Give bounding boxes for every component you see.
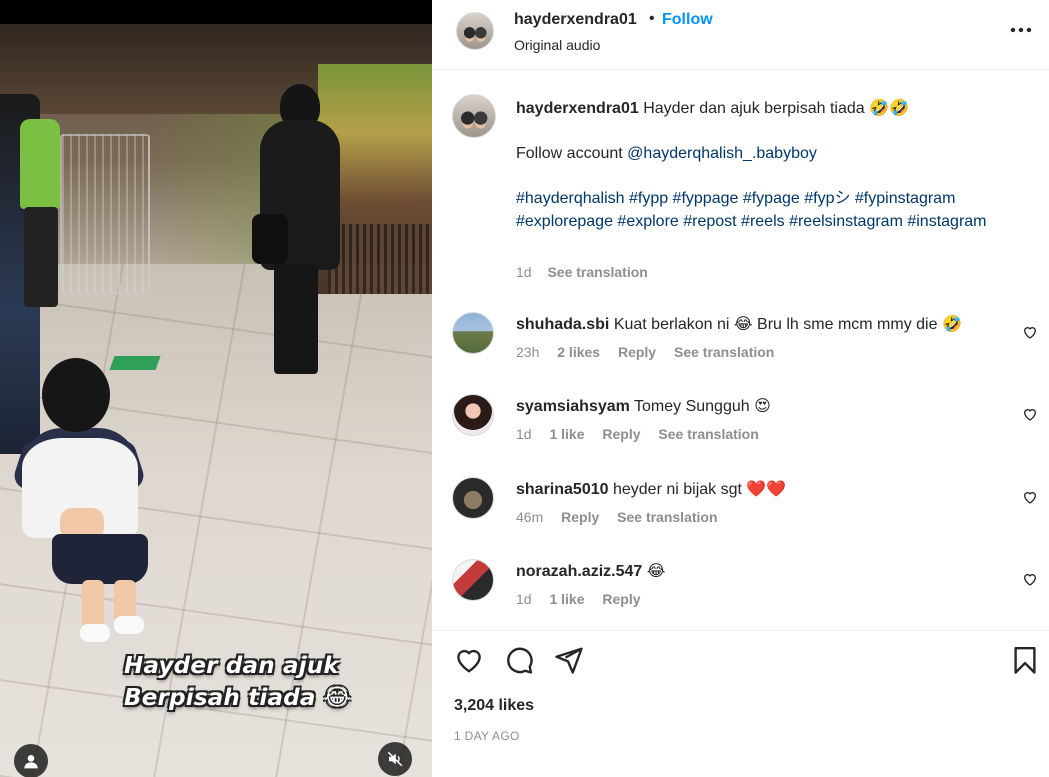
comment-item: sharina5010 heyder ni bijak sgt ❤️❤️ 46m…	[432, 477, 1049, 547]
comment-username[interactable]: shuhada.sbi	[516, 316, 609, 333]
comment-avatar[interactable]	[452, 559, 494, 601]
share-icon[interactable]	[554, 645, 584, 675]
comment-username[interactable]: syamsiahsyam	[516, 398, 630, 415]
comment-heart-icon[interactable]	[1022, 571, 1038, 587]
caption-avatar[interactable]	[452, 94, 496, 138]
comment-meta: 1d 1 like Reply See translation	[516, 426, 773, 442]
header-separator: •	[649, 10, 655, 27]
comment-meta: 23h 2 likes Reply See translation	[516, 344, 788, 360]
scene-trolley	[60, 134, 150, 294]
comment-body: shuhada.sbi Kuat berlakon ni 😂 Bru lh sm…	[516, 314, 962, 334]
post-timestamp: 1 DAY AGO	[454, 729, 520, 743]
scene-child	[10, 358, 158, 658]
comment-heart-icon[interactable]	[1022, 324, 1038, 340]
comment-text: Tomey Sungguh 😍	[634, 398, 771, 415]
post-caption: hayderxendra01 Hayder dan ajuk berpisah …	[516, 98, 1026, 233]
comment-username[interactable]: norazah.aziz.547	[516, 563, 642, 580]
video-overlay-caption: Hayder dan ajuk Berpisah tiada 😂	[124, 650, 384, 714]
comment-heart-icon[interactable]	[1022, 489, 1038, 505]
overlay-line-2: Berpisah tiada 😂	[124, 685, 351, 711]
bookmark-icon[interactable]	[1010, 645, 1040, 675]
post-sidebar: hayderxendra01 • Follow Original audio h…	[432, 0, 1049, 777]
comment-meta: 1d 1 like Reply	[516, 591, 655, 607]
comment-meta: 46m Reply See translation	[516, 509, 732, 525]
mute-icon	[387, 751, 403, 767]
audio-label[interactable]: Original audio	[514, 37, 600, 53]
comment-time: 23h	[516, 344, 540, 360]
comment-see-translation[interactable]: See translation	[674, 344, 774, 360]
comment-body: syamsiahsyam Tomey Sungguh 😍	[516, 396, 771, 416]
comment-text: 😂	[646, 563, 666, 580]
caption-hashtags[interactable]: #hayderqhalish #fypp #fyppage #fypage #f…	[516, 188, 1026, 233]
caption-time: 1d	[516, 264, 532, 280]
overlay-line-1: Hayder dan ajuk	[124, 653, 339, 679]
caption-mention[interactable]: @hayderqhalish_.babyboy	[627, 145, 817, 162]
comment-see-translation[interactable]: See translation	[617, 509, 717, 525]
caption-username[interactable]: hayderxendra01	[516, 100, 639, 117]
follow-button[interactable]: Follow	[662, 11, 713, 29]
media-top-bar	[0, 0, 432, 24]
comment-item: norazah.aziz.547 😂 1d 1 like Reply	[432, 559, 1049, 629]
comment-reply-button[interactable]: Reply	[602, 426, 640, 442]
comment-body: sharina5010 heyder ni bijak sgt ❤️❤️	[516, 479, 786, 499]
comment-likes[interactable]: 2 likes	[557, 344, 600, 360]
comment-reply-button[interactable]: Reply	[561, 509, 599, 525]
mute-button[interactable]	[378, 742, 412, 776]
author-avatar[interactable]	[456, 12, 494, 50]
comment-time: 1d	[516, 426, 532, 442]
comment-time: 46m	[516, 509, 544, 525]
comment-icon[interactable]	[504, 645, 534, 675]
comment-avatar[interactable]	[452, 312, 494, 354]
comment-text: Kuat berlakon ni 😂 Bru lh sme mcm mmy di…	[613, 316, 962, 333]
comment-reply-button[interactable]: Reply	[618, 344, 656, 360]
scene-woman	[252, 84, 342, 384]
caption-follow-prefix: Follow account	[516, 145, 628, 162]
heart-icon[interactable]	[454, 645, 484, 675]
scene-staff	[16, 119, 66, 309]
tagged-users-button[interactable]	[14, 744, 48, 777]
comment-body: norazah.aziz.547 😂	[516, 561, 665, 581]
comment-item: syamsiahsyam Tomey Sungguh 😍 1d 1 like R…	[432, 394, 1049, 464]
comment-likes[interactable]: 1 like	[549, 426, 584, 442]
caption-meta: 1d See translation	[516, 264, 660, 280]
caption-text: Hayder dan ajuk berpisah tiada 🤣🤣	[643, 100, 909, 117]
comment-text: heyder ni bijak sgt ❤️❤️	[612, 481, 787, 498]
user-icon	[24, 755, 38, 769]
comment-reply-button[interactable]: Reply	[602, 591, 640, 607]
likes-count[interactable]: 3,204 likes	[454, 697, 534, 715]
author-username[interactable]: hayderxendra01	[514, 11, 637, 29]
post-media[interactable]: Hayder dan ajuk Berpisah tiada 😂	[0, 0, 432, 777]
comment-heart-icon[interactable]	[1022, 406, 1038, 422]
caption-see-translation[interactable]: See translation	[547, 264, 647, 280]
post-header: hayderxendra01 • Follow Original audio	[432, 0, 1049, 70]
more-options-icon[interactable]	[1008, 20, 1034, 40]
comment-username[interactable]: sharina5010	[516, 481, 609, 498]
comment-avatar[interactable]	[452, 394, 494, 436]
comment-avatar[interactable]	[452, 477, 494, 519]
comment-item: shuhada.sbi Kuat berlakon ni 😂 Bru lh sm…	[432, 312, 1049, 382]
comment-likes[interactable]: 1 like	[549, 591, 584, 607]
comment-time: 1d	[516, 591, 532, 607]
comment-see-translation[interactable]: See translation	[658, 426, 758, 442]
post-actions: 3,204 likes 1 DAY AGO	[432, 630, 1049, 777]
